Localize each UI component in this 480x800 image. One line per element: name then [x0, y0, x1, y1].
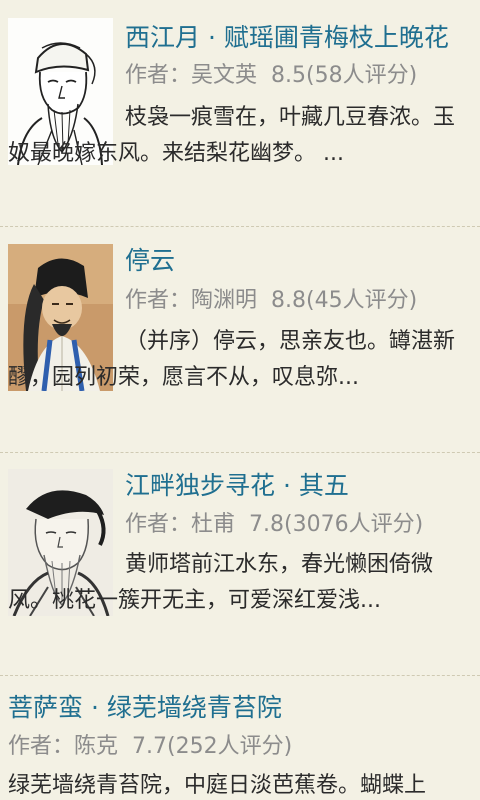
- poem-meta: 作者：陶渊明 8.8(45人评分): [125, 286, 417, 316]
- poem-list-item[interactable]: 江畔独步寻花 · 其五 作者：杜甫 7.8(3076人评分) 黄师塔前江水东，春…: [0, 453, 480, 676]
- poem-meta: 作者：杜甫 7.8(3076人评分): [125, 510, 423, 540]
- poem-title[interactable]: 停云: [125, 245, 175, 277]
- poem-title[interactable]: 西江月 · 赋瑶圃青梅枝上晚花: [125, 22, 449, 54]
- rating-text: 7.7(252人评分): [132, 734, 293, 759]
- poem-title[interactable]: 江畔独步寻花 · 其五: [125, 470, 349, 502]
- author-label: 作者：: [125, 512, 192, 537]
- rating-text: 8.5(58人评分): [271, 63, 418, 88]
- poem-meta: 作者：吴文英 8.5(58人评分): [125, 61, 417, 91]
- author-label: 作者：: [125, 288, 192, 313]
- author-label: 作者：: [8, 734, 75, 759]
- author-name: 陈克: [74, 734, 119, 759]
- poem-title[interactable]: 菩萨蛮 · 绿芜墙绕青苔院: [8, 692, 282, 724]
- poem-excerpt: （并序）停云，思亲友也。罇湛新醪，园列初荣，愿言不从，叹息弥...: [8, 329, 456, 390]
- poem-excerpt: 枝袅一痕雪在，叶藏几豆春浓。玉奴最晚嫁东风。来结梨花幽梦。 ...: [8, 105, 456, 166]
- poem-list-item[interactable]: 菩萨蛮 · 绿芜墙绕青苔院 作者：陈克 7.7(252人评分) 绿芜墙绕青苔院，…: [0, 676, 480, 800]
- poem-excerpt: 绿芜墙绕青苔院，中庭日淡芭蕉卷。蝴蝶上: [8, 773, 427, 798]
- author-name: 杜甫: [191, 512, 236, 537]
- poem-list-item[interactable]: 停云 作者：陶渊明 8.8(45人评分) （并序）停云，思亲友也。罇湛新醪，园列…: [0, 227, 480, 453]
- author-name: 陶渊明: [191, 288, 258, 313]
- poem-list-item[interactable]: 西江月 · 赋瑶圃青梅枝上晚花 作者：吴文英 8.5(58人评分) 枝袅一痕雪在…: [0, 0, 480, 227]
- rating-text: 8.8(45人评分): [271, 288, 418, 313]
- author-name: 吴文英: [191, 63, 258, 88]
- author-label: 作者：: [125, 63, 192, 88]
- poem-meta: 作者：陈克 7.7(252人评分): [8, 732, 292, 762]
- poem-list: 西江月 · 赋瑶圃青梅枝上晚花 作者：吴文英 8.5(58人评分) 枝袅一痕雪在…: [0, 0, 480, 800]
- rating-text: 7.8(3076人评分): [249, 512, 424, 537]
- poem-excerpt: 黄师塔前江水东，春光懒困倚微风。桃花一簇开无主，可爱深红爱浅...: [8, 552, 434, 613]
